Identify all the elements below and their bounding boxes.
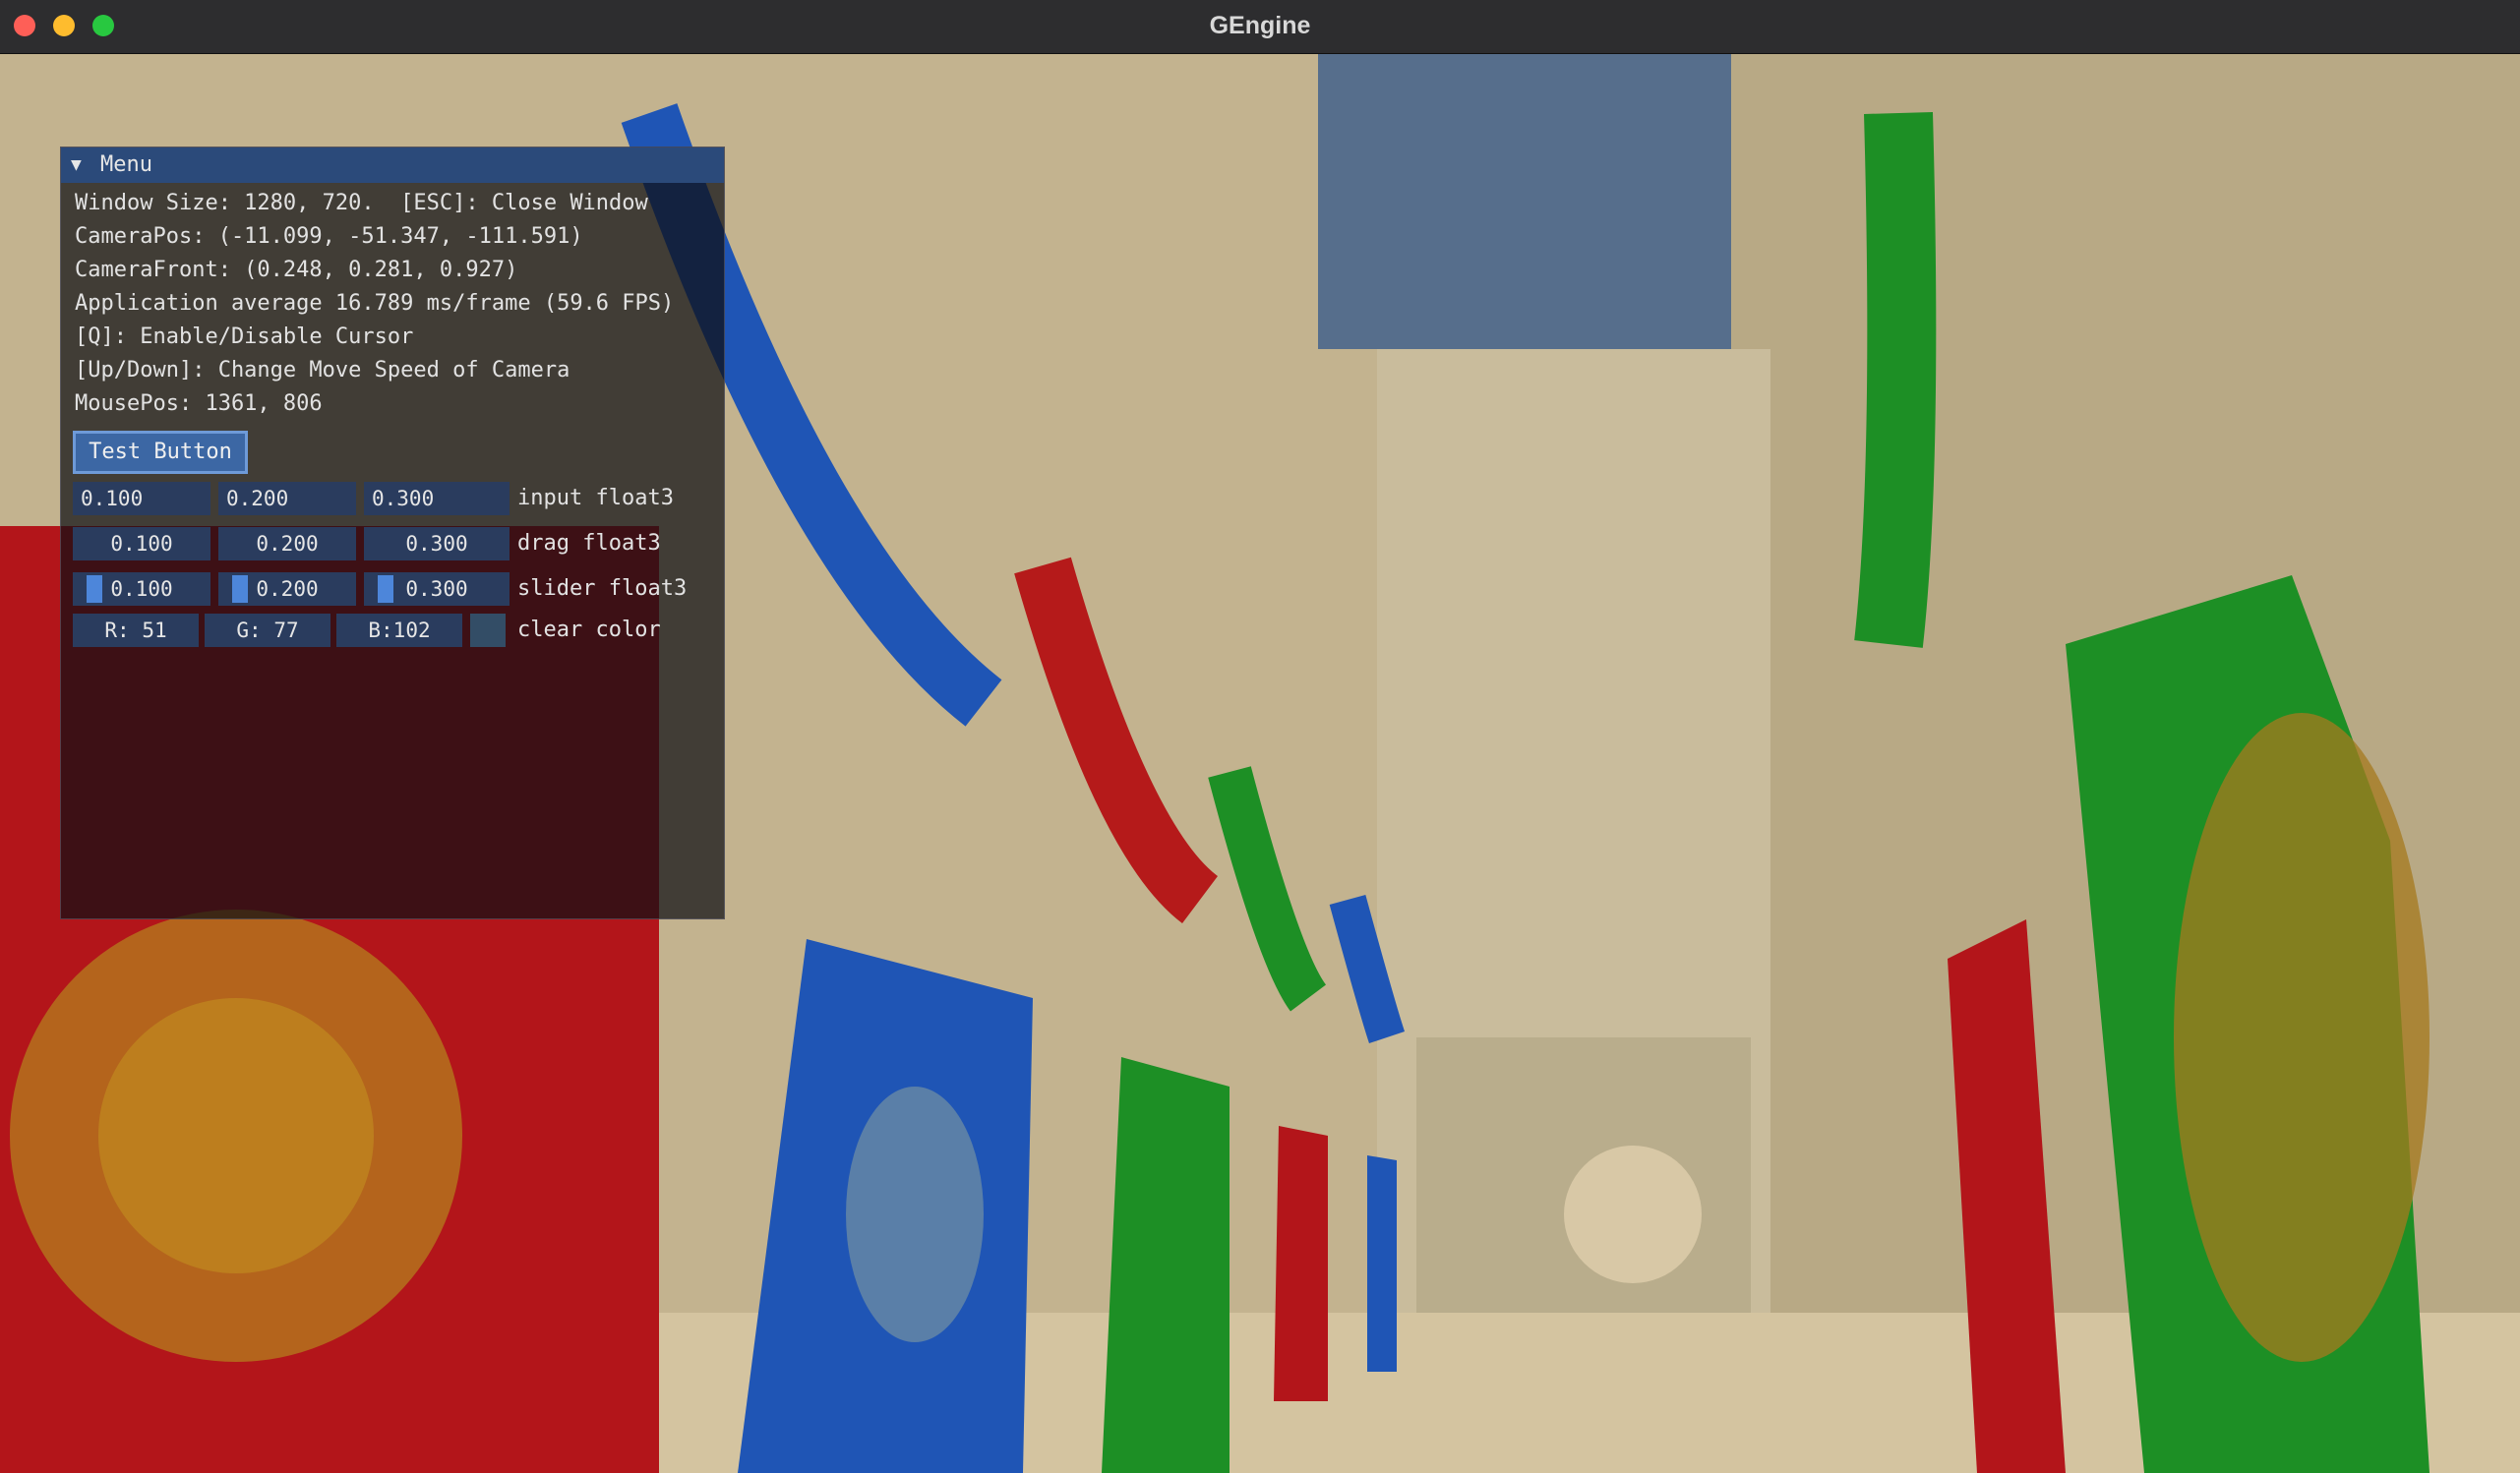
move-speed-hint-text: [Up/Down]: Change Move Speed of Camera — [75, 358, 570, 383]
window-size-text: Window Size: 1280, 720. [ESC]: Close Win… — [75, 191, 648, 215]
camera-front-text: CameraFront: (0.248, 0.281, 0.927) — [75, 258, 518, 282]
slider-float3-x[interactable]: 0.100 — [73, 572, 210, 606]
clear-color-label: clear color — [517, 618, 661, 642]
input-float3-y[interactable]: 0.200 — [218, 482, 356, 515]
slider-float3-label: slider float3 — [517, 576, 688, 601]
slider-float3-z[interactable]: 0.300 — [364, 572, 510, 606]
clear-color-r[interactable]: R: 51 — [73, 614, 199, 647]
drag-float3-y[interactable]: 0.200 — [218, 527, 356, 560]
input-float3-z[interactable]: 0.300 — [364, 482, 510, 515]
input-float3-x[interactable]: 0.100 — [73, 482, 210, 515]
input-float3-label: input float3 — [517, 486, 674, 510]
slider-grab-handle[interactable] — [378, 575, 393, 603]
clear-color-g[interactable]: G: 77 — [205, 614, 330, 647]
title-bar[interactable]: GEngine — [0, 0, 2520, 54]
drag-float3-label: drag float3 — [517, 531, 661, 556]
test-button[interactable]: Test Button — [73, 431, 248, 474]
render-viewport[interactable]: ▼ Menu Window Size: 1280, 720. [ESC]: Cl… — [0, 54, 2520, 1473]
menu-window[interactable]: ▼ Menu Window Size: 1280, 720. [ESC]: Cl… — [60, 147, 725, 919]
slider-float3-z-value: 0.300 — [405, 577, 468, 601]
window-title: GEngine — [1209, 12, 1311, 39]
menu-title: Menu — [100, 152, 152, 177]
slider-float3-y-value: 0.200 — [256, 577, 319, 601]
clear-color-b[interactable]: B:102 — [336, 614, 462, 647]
app-window: GEngine ▼ Menu Window Size: 1280, 720. [… — [0, 0, 2520, 1473]
cursor-hint-text: [Q]: Enable/Disable Cursor — [75, 324, 414, 349]
triangle-down-icon[interactable]: ▼ — [71, 147, 82, 183]
slider-grab-handle[interactable] — [232, 575, 248, 603]
clear-color-swatch[interactable] — [470, 614, 506, 647]
slider-float3-y[interactable]: 0.200 — [218, 572, 356, 606]
drag-float3-z[interactable]: 0.300 — [364, 527, 510, 560]
frame-time-text: Application average 16.789 ms/frame (59.… — [75, 291, 675, 316]
camera-pos-text: CameraPos: (-11.099, -51.347, -111.591) — [75, 224, 583, 249]
menu-title-bar[interactable]: ▼ Menu — [61, 147, 724, 183]
mouse-pos-text: MousePos: 1361, 806 — [75, 391, 323, 416]
slider-grab-handle[interactable] — [87, 575, 102, 603]
slider-float3-x-value: 0.100 — [110, 577, 173, 601]
drag-float3-x[interactable]: 0.100 — [73, 527, 210, 560]
